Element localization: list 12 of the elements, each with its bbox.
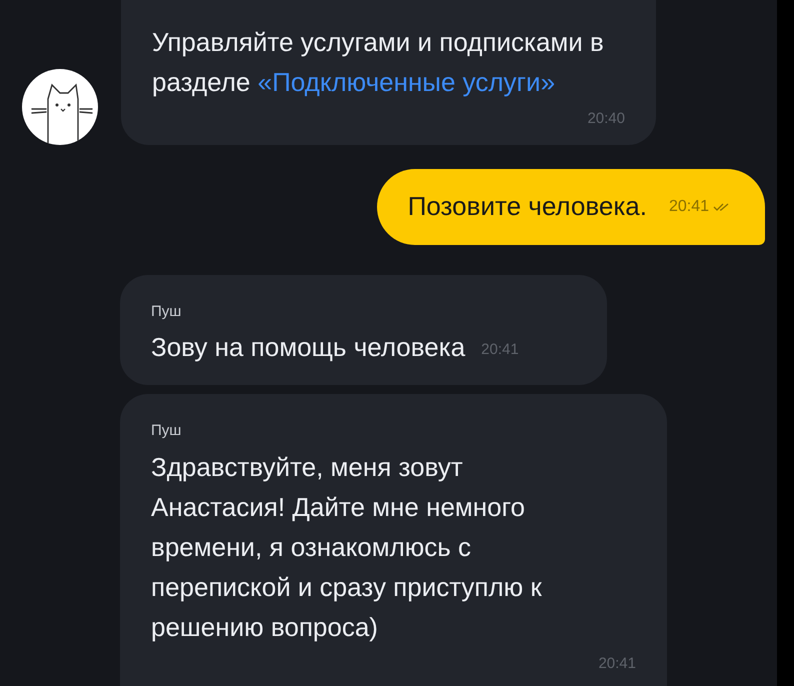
message-time: 20:41	[598, 654, 636, 674]
message-text: Зову на помощь человека	[151, 331, 466, 364]
sender-name: Пуш	[151, 302, 182, 322]
sender-name: Пуш	[151, 421, 182, 441]
message-text: Здравствуйте, меня зовут Анастасия! Дайте мне немного времени, я ознакомлюсь с перепиской и сразу приступлю к решению вопроса)	[151, 450, 543, 644]
services-link[interactable]: «Подключенные услуги»	[258, 67, 556, 97]
double-check-icon	[713, 202, 731, 212]
message-text: Управляйте услугами и подписками в разделе «Подключенные услуги»	[152, 26, 605, 99]
message-time: 20:41	[481, 340, 519, 360]
message-time: 20:40	[587, 109, 625, 129]
message-time: 20:41	[668, 196, 709, 216]
message-text: Позовите человека.	[408, 190, 647, 223]
